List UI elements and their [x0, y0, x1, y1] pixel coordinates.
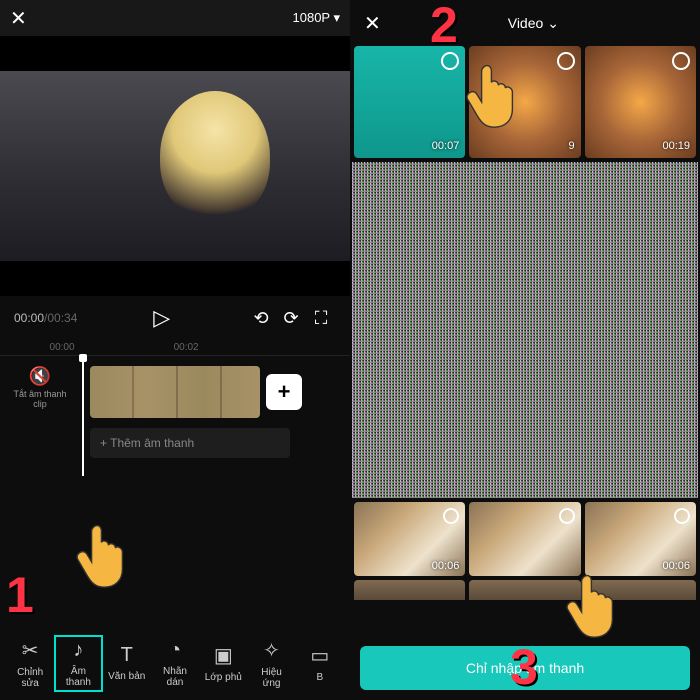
tool-icon: T — [107, 644, 147, 667]
mute-clip-button[interactable]: 🔇 Tắt âm thanh clip — [10, 366, 70, 409]
tool-icon: ✂ — [10, 638, 50, 663]
chevron-down-icon: ⌄ — [547, 15, 559, 32]
video-clip[interactable] — [90, 366, 260, 418]
undo-button[interactable]: ⟲ — [246, 308, 276, 329]
play-button[interactable]: ▷ — [147, 305, 177, 331]
editor-screen: ✕ 1080P ▾ 00:00/00:34 ▷ ⟲ ⟳ ⛶ 00:00 00:0… — [0, 0, 350, 700]
tool-bar: ✂Chỉnh sửa♪Âm thanhTVăn bản◔Nhãn dán▣Lớp… — [0, 626, 350, 700]
video-thumb[interactable] — [469, 502, 580, 576]
video-thumb[interactable]: 9 — [469, 46, 580, 158]
mute-icon: 🔇 — [10, 366, 70, 387]
tool-icon: ▭ — [300, 643, 340, 668]
fullscreen-button[interactable]: ⛶ — [306, 308, 336, 329]
tool-icon: ▣ — [203, 643, 243, 668]
tool-icon: ✧ — [251, 638, 291, 663]
import-audio-button[interactable]: Chỉ nhập âm thanh — [360, 646, 690, 690]
time-ruler: 00:00 00:02 . — [0, 340, 350, 356]
select-ring-icon — [441, 52, 459, 70]
video-thumb[interactable]: 00:19 — [585, 46, 696, 158]
playback-controls: 00:00/00:34 ▷ ⟲ ⟳ ⛶ — [0, 296, 350, 340]
video-thumbs-row: 00:06 00:06 — [350, 498, 700, 580]
tool-nhãn-dán[interactable]: ◔Nhãn dán — [151, 635, 199, 692]
add-clip-button[interactable]: + — [266, 374, 302, 410]
timeline[interactable]: 🔇 Tắt âm thanh clip + + Thêm âm thanh — [0, 356, 350, 476]
redo-button[interactable]: ⟳ — [276, 308, 306, 329]
resolution-dropdown[interactable]: 1080P ▾ — [293, 10, 341, 26]
video-thumb[interactable]: 00:07 — [354, 46, 465, 158]
tool-chỉnh-sửa[interactable]: ✂Chỉnh sửa — [6, 634, 54, 693]
tool-hiệu-ứng[interactable]: ✧Hiệu ứng — [247, 634, 295, 693]
video-preview[interactable] — [0, 36, 350, 296]
tool-âm-thanh[interactable]: ♪Âm thanh — [54, 635, 102, 692]
video-thumbs-row: 00:07 9 00:19 — [350, 46, 700, 162]
media-type-dropdown[interactable]: Video⌄ — [508, 15, 559, 32]
video-thumb[interactable]: 00:06 — [585, 502, 696, 576]
video-picker-screen: ✕ Video⌄ 00:07 9 00:19 00:06 00:06 Chỉ n… — [350, 0, 700, 700]
picker-close-button[interactable]: ✕ — [364, 11, 381, 36]
picker-top-bar: ✕ Video⌄ — [350, 0, 700, 46]
tool-lớp-phủ[interactable]: ▣Lớp phủ — [199, 639, 247, 687]
tool-văn-bản[interactable]: TVăn bản — [103, 640, 151, 686]
video-grid-static[interactable] — [352, 162, 698, 498]
tool-icon: ♪ — [58, 639, 98, 662]
timecode: 00:00/00:34 — [14, 311, 77, 325]
add-audio-button[interactable]: + Thêm âm thanh — [90, 428, 290, 458]
top-bar: ✕ 1080P ▾ — [0, 0, 350, 36]
close-button[interactable]: ✕ — [10, 6, 27, 31]
tool-icon: ◔ — [155, 639, 195, 662]
video-thumb[interactable]: 00:06 — [354, 502, 465, 576]
tool-b[interactable]: ▭B — [296, 639, 344, 687]
